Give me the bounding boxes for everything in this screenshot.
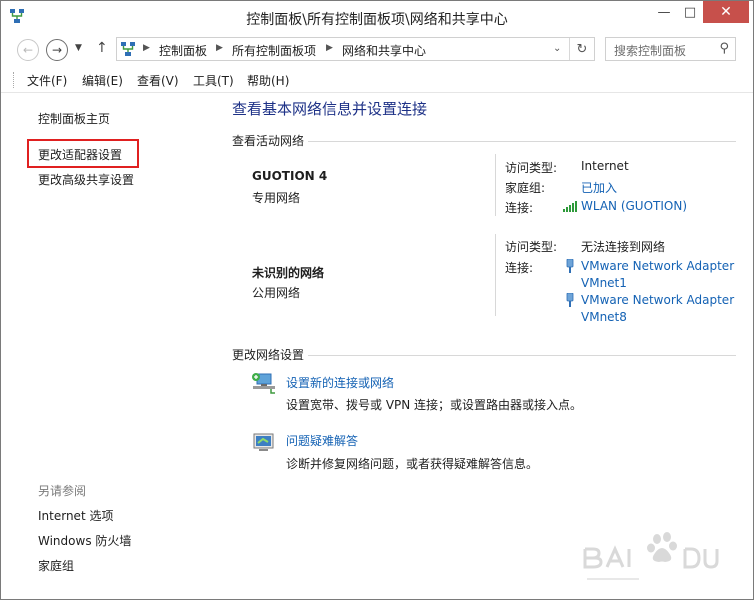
active-networks-heading: 查看活动网络 xyxy=(232,134,305,148)
sidebar-item-control-panel-home[interactable]: 控制面板主页 xyxy=(38,110,110,127)
navigation-bar: ← → ▼ ↑ ▶ 控制面板 ▶ 所有控制面板项 ▶ 网络和共享中心 ⌄ ↻ 搜… xyxy=(1,34,753,66)
sidebar-item-windows-firewall[interactable]: Windows 防火墙 xyxy=(38,532,131,549)
vertical-divider xyxy=(495,234,496,316)
sidebar-item-internet-options[interactable]: Internet 选项 xyxy=(38,507,113,524)
menu-tools[interactable]: 工具(T) xyxy=(193,72,234,89)
wlan-connection-link[interactable]: WLAN (GUOTION) xyxy=(581,199,687,213)
sidebar-item-change-adapter-settings[interactable]: 更改适配器设置 xyxy=(38,146,122,163)
breadcrumb-item[interactable]: 控制面板 xyxy=(159,42,207,59)
back-arrow-icon[interactable]: ← xyxy=(17,39,39,61)
refresh-icon[interactable]: ↻ xyxy=(569,38,594,60)
chevron-right-icon[interactable]: ▶ xyxy=(216,43,223,53)
network-name: 未识别的网络 xyxy=(252,266,325,280)
menu-help[interactable]: 帮助(H) xyxy=(247,72,289,89)
menu-grip xyxy=(13,72,15,88)
ethernet-adapter-icon xyxy=(566,293,574,307)
main-content: 查看基本网络信息并设置连接 查看活动网络 GUOTION 4 专用网络 访问类型… xyxy=(223,94,753,599)
address-bar[interactable]: ▶ 控制面板 ▶ 所有控制面板项 ▶ 网络和共享中心 ⌄ ↻ xyxy=(116,37,595,61)
recent-locations-chevron-icon[interactable]: ▼ xyxy=(75,43,82,53)
access-type-label: 访问类型: xyxy=(505,240,558,254)
menu-bar: 文件(F) 编辑(E) 查看(V) 工具(T) 帮助(H) xyxy=(1,67,753,93)
chevron-right-icon[interactable]: ▶ xyxy=(326,43,333,53)
network-type: 公用网络 xyxy=(252,286,301,300)
title-bar: 控制面板\所有控制面板项\网络和共享中心 — □ ✕ xyxy=(1,1,753,33)
menu-edit[interactable]: 编辑(E) xyxy=(82,72,123,89)
access-type-value: Internet xyxy=(581,159,629,173)
section-divider xyxy=(308,141,736,142)
homegroup-label: 家庭组: xyxy=(505,181,546,195)
troubleshoot-icon xyxy=(253,433,274,451)
sidebar-item-change-advanced-sharing[interactable]: 更改高级共享设置 xyxy=(38,171,134,188)
troubleshoot-desc: 诊断并修复网络问题，或者获得疑难解答信息。 xyxy=(286,457,539,471)
vmnet1-link-line1[interactable]: VMware Network Adapter xyxy=(581,259,734,273)
new-connection-icon xyxy=(252,373,275,394)
homegroup-link[interactable]: 已加入 xyxy=(581,179,617,196)
address-dropdown-icon[interactable]: ⌄ xyxy=(553,43,561,54)
access-type-value: 无法连接到网络 xyxy=(581,240,666,254)
left-navigation-pane: 控制面板主页 更改适配器设置 更改高级共享设置 另请参阅 Internet 选项… xyxy=(1,94,223,599)
menu-view[interactable]: 查看(V) xyxy=(137,72,179,89)
page-title: 查看基本网络信息并设置连接 xyxy=(232,100,428,118)
sidebar-item-homegroup[interactable]: 家庭组 xyxy=(38,557,74,574)
search-placeholder: 搜索控制面板 xyxy=(614,44,687,58)
breadcrumb-item[interactable]: 所有控制面板项 xyxy=(232,42,316,59)
network-type: 专用网络 xyxy=(252,191,301,205)
minimize-button[interactable]: — xyxy=(651,1,677,23)
setup-new-connection-link[interactable]: 设置新的连接或网络 xyxy=(286,374,394,391)
search-input[interactable]: 搜索控制面板 ⚲ xyxy=(605,37,736,61)
vmnet8-link-line2[interactable]: VMnet8 xyxy=(581,310,627,324)
vmnet1-link-line2[interactable]: VMnet1 xyxy=(581,276,627,290)
ethernet-adapter-icon xyxy=(566,259,574,273)
control-panel-icon xyxy=(121,42,135,56)
search-icon[interactable]: ⚲ xyxy=(719,41,729,56)
connection-label: 连接: xyxy=(505,201,534,215)
vertical-divider xyxy=(495,154,496,216)
access-type-label: 访问类型: xyxy=(505,161,558,175)
up-arrow-icon[interactable]: ↑ xyxy=(96,40,108,56)
menu-file[interactable]: 文件(F) xyxy=(27,72,67,89)
change-settings-heading: 更改网络设置 xyxy=(232,348,305,362)
network-name: GUOTION 4 xyxy=(252,169,328,183)
chevron-right-icon[interactable]: ▶ xyxy=(143,43,150,53)
baidu-jingyan-watermark-icon xyxy=(583,532,719,580)
vmnet8-link-line1[interactable]: VMware Network Adapter xyxy=(581,293,734,307)
maximize-button[interactable]: □ xyxy=(677,1,703,23)
forward-arrow-icon[interactable]: → xyxy=(46,39,68,61)
breadcrumb-item[interactable]: 网络和共享中心 xyxy=(342,42,426,59)
see-also-heading: 另请参阅 xyxy=(38,484,87,498)
setup-new-connection-desc: 设置宽带、拨号或 VPN 连接；或设置路由器或接入点。 xyxy=(286,398,583,412)
section-divider xyxy=(308,355,736,356)
troubleshoot-link[interactable]: 问题疑难解答 xyxy=(286,432,358,449)
connection-label: 连接: xyxy=(505,261,534,275)
window: 控制面板\所有控制面板项\网络和共享中心 — □ ✕ ← → ▼ ↑ ▶ 控制面… xyxy=(0,0,754,600)
close-button[interactable]: ✕ xyxy=(703,1,749,23)
wifi-signal-icon xyxy=(563,201,577,212)
window-title: 控制面板\所有控制面板项\网络和共享中心 xyxy=(246,12,508,28)
